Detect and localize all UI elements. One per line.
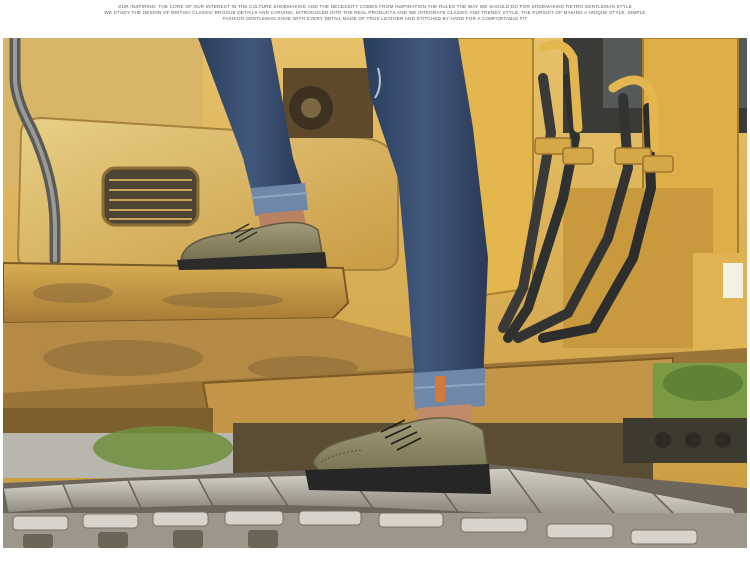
caption-line-3: FASHION GENTLEMAN SHOE WITH EVERY DETAIL… <box>222 16 528 22</box>
photo-illustration <box>3 38 747 548</box>
product-photo <box>3 38 747 548</box>
caption-text: OUR INSPIRING, THE CORE OF OUR INTEREST … <box>40 4 710 34</box>
